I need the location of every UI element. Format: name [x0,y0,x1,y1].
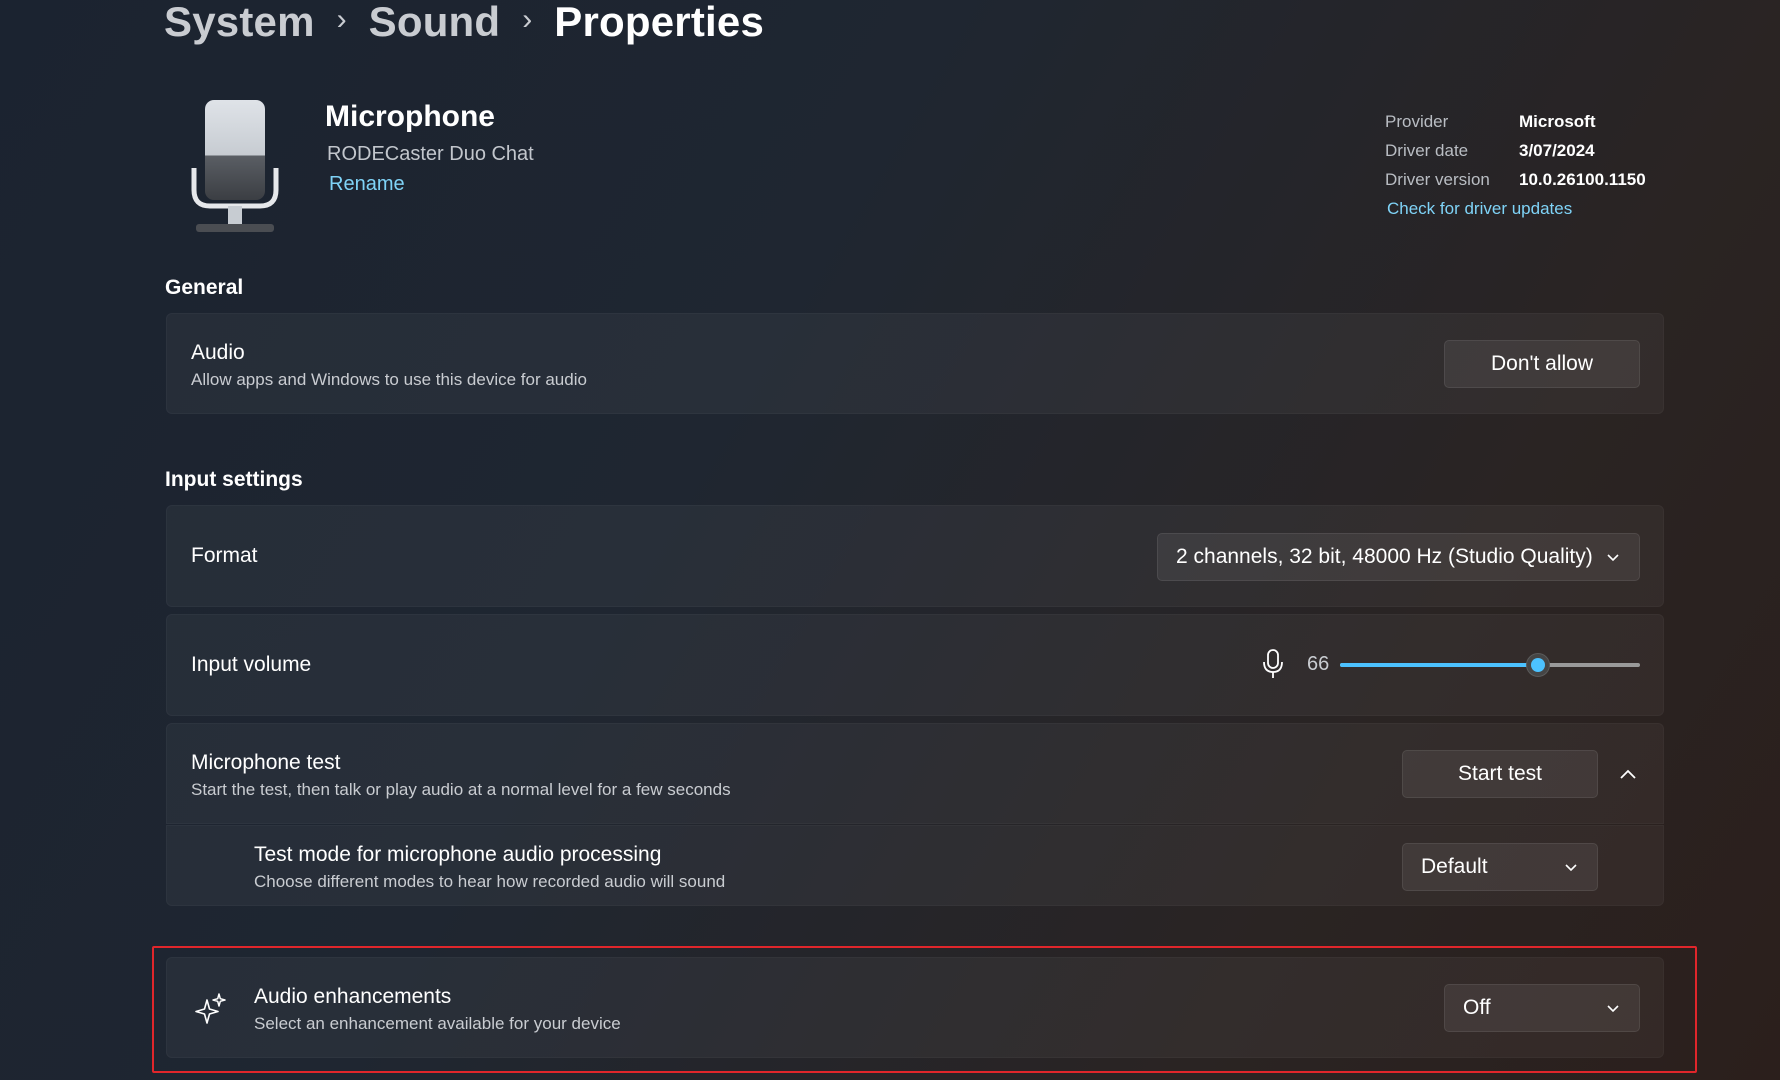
slider-thumb[interactable] [1526,653,1550,677]
format-card: Format 2 channels, 32 bit, 48000 Hz (Stu… [166,505,1664,607]
device-model: RODECaster Duo Chat [327,143,534,165]
audio-description: Allow apps and Windows to use this devic… [191,370,587,389]
test-mode-dropdown[interactable]: Default [1402,843,1598,891]
driver-date-row: Driver date 3/07/2024 [1385,136,1646,165]
format-dropdown[interactable]: 2 channels, 32 bit, 48000 Hz (Studio Qua… [1157,533,1640,581]
audio-title: Audio [191,341,245,364]
device-name: Microphone [325,100,495,133]
breadcrumb-properties: Properties [554,0,765,45]
microphone-test-title: Microphone test [191,751,341,774]
input-volume-slider[interactable] [1340,653,1640,677]
driver-date-value: 3/07/2024 [1519,140,1595,160]
chevron-down-icon [1607,1005,1619,1013]
audio-enhancements-description: Select an enhancement available for your… [254,1014,621,1033]
slider-fill [1340,663,1538,667]
input-settings-heading: Input settings [165,468,303,491]
driver-provider-value: Microsoft [1519,111,1596,131]
driver-provider-label: Provider [1385,111,1449,131]
breadcrumb-sound[interactable]: Sound [369,0,501,46]
breadcrumb-chevron-icon: › [522,3,533,36]
input-volume-title: Input volume [191,653,312,676]
driver-version-row: Driver version 10.0.26100.1150 [1385,165,1646,194]
dont-allow-button[interactable]: Don't allow [1444,340,1640,388]
test-mode-card: Test mode for microphone audio processin… [166,825,1664,906]
audio-enhancements-dropdown[interactable]: Off [1444,984,1640,1032]
driver-date-label: Driver date [1385,140,1469,160]
driver-provider-row: Provider Microsoft [1385,107,1646,136]
audio-enhancements-card: Audio enhancements Select an enhancement… [166,957,1664,1058]
audio-enhancements-title: Audio enhancements [254,985,452,1008]
start-test-button[interactable]: Start test [1402,750,1598,798]
check-driver-updates-link[interactable]: Check for driver updates [1387,199,1572,219]
microphone-icon[interactable] [1261,648,1285,680]
test-mode-description: Choose different modes to hear how recor… [254,872,726,891]
chevron-down-icon [1607,554,1619,562]
sound-properties-page: System › Sound › Properties Microphone R… [0,0,1780,1080]
breadcrumb-system[interactable]: System [164,0,315,46]
rename-link[interactable]: Rename [329,173,405,196]
audio-enhancements-selected-value: Off [1463,996,1491,1019]
input-volume-value: 66 [1307,653,1330,675]
chevron-down-icon [1565,864,1577,872]
microphone-test-card: Microphone test Start the test, then tal… [166,723,1664,824]
breadcrumb: System › Sound › Properties [164,0,764,50]
format-selected-value: 2 channels, 32 bit, 48000 Hz (Studio Qua… [1176,545,1593,568]
driver-version-label: Driver version [1385,169,1490,189]
format-title: Format [191,544,258,567]
breadcrumb-chevron-icon: › [336,3,347,36]
general-heading: General [165,276,244,299]
sparkle-icon [195,993,226,1024]
microphone-test-description: Start the test, then talk or play audio … [191,780,731,799]
driver-version-value: 10.0.26100.1150 [1519,169,1646,189]
driver-info: Provider Microsoft Driver date 3/07/2024… [1385,107,1646,194]
test-mode-title: Test mode for microphone audio processin… [254,843,662,866]
audio-card: Audio Allow apps and Windows to use this… [166,313,1664,414]
test-mode-selected-value: Default [1421,855,1488,878]
chevron-up-icon[interactable] [1618,765,1638,785]
microphone-device-icon [191,100,279,232]
